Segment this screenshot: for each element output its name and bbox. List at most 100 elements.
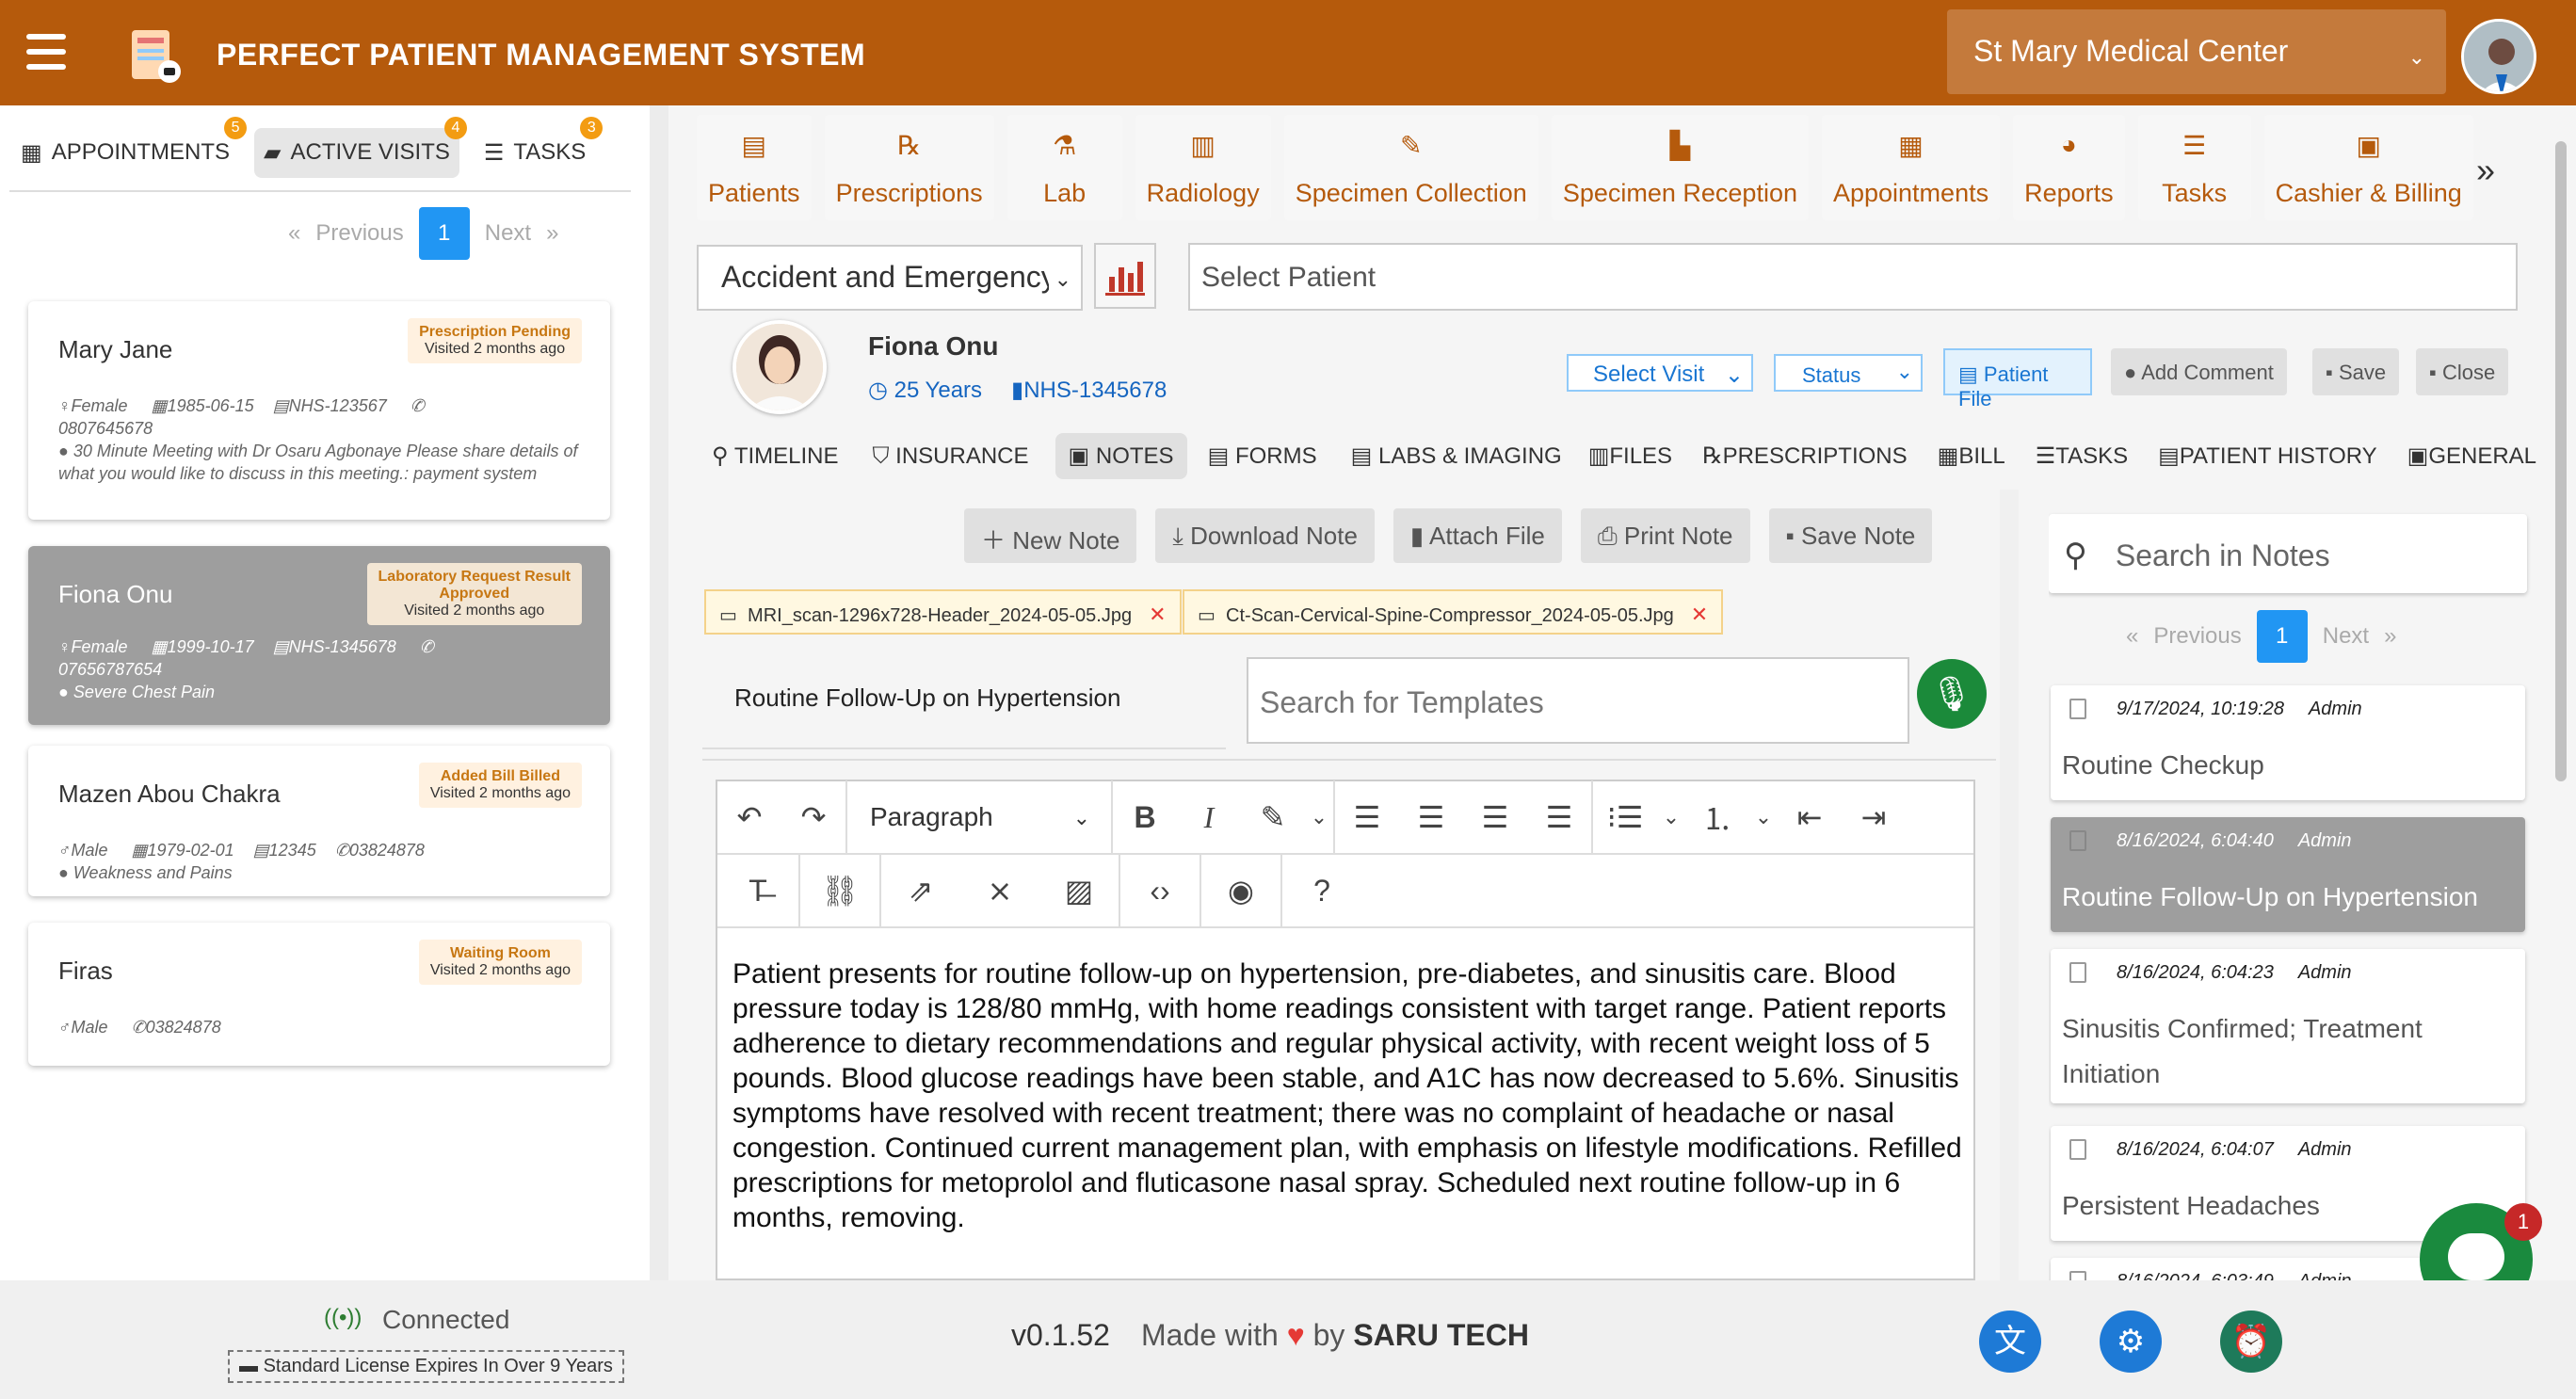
image-icon[interactable]: ▨ bbox=[1039, 873, 1119, 909]
module-lab[interactable]: ⚗ Lab bbox=[1006, 115, 1122, 220]
select-visit-dropdown[interactable]: Select Visit ⌄ bbox=[1567, 354, 1753, 392]
user-avatar[interactable] bbox=[2461, 19, 2536, 94]
module-cashier-billing[interactable]: ▣ Cashier & Billing bbox=[2263, 115, 2473, 220]
bold-icon[interactable]: B bbox=[1113, 800, 1177, 835]
clear-format-icon[interactable]: T̶ bbox=[717, 874, 798, 909]
panel-resize-handle[interactable] bbox=[2000, 490, 2019, 1280]
tab-appointments[interactable]: ▦ APPOINTMENTS 5 bbox=[11, 116, 248, 178]
link-icon[interactable]: ⛓ bbox=[800, 873, 879, 909]
note-list-item-selected[interactable]: 8/16/2024, 6:04:40 Admin Routine Follow-U… bbox=[2051, 817, 2525, 932]
files-icon: ▥ bbox=[1587, 443, 1610, 469]
add-comment-button[interactable]: ● Add Comment bbox=[2111, 348, 2287, 395]
module-specimen-reception[interactable]: ▙ Specimen Reception bbox=[1551, 115, 1809, 220]
editor-content[interactable]: Patient presents for routine follow-up o… bbox=[733, 957, 1966, 1235]
notes-list-panel: ⚲ Search in Notes « Previous 1 Next » 9/1… bbox=[2049, 490, 2531, 1280]
medical-center-select[interactable]: St Mary Medical Center ⌄ bbox=[1947, 9, 2446, 94]
tab-tasks[interactable]: ☰TASKS bbox=[2028, 433, 2135, 479]
stats-chart-button[interactable] bbox=[1094, 243, 1156, 309]
open-link-icon[interactable]: ⇗ bbox=[881, 873, 960, 909]
module-specimen-collection[interactable]: ✎ Specimen Collection bbox=[1283, 115, 1538, 220]
remove-attachment-icon[interactable]: ✕ bbox=[1691, 603, 1708, 626]
tab-labs-imaging[interactable]: ▤ LABS & IMAGING bbox=[1344, 433, 1570, 479]
chevron-down-icon[interactable]: ⌄ bbox=[1749, 805, 1778, 829]
translate-button[interactable]: 文 bbox=[1979, 1311, 2041, 1373]
code-icon[interactable]: ‹› bbox=[1120, 874, 1199, 909]
patient-visit-card[interactable]: Mary Jane Prescription Pending Visited 2… bbox=[28, 301, 610, 520]
microphone-button[interactable]: 🎙 bbox=[1917, 659, 1987, 729]
module-radiology[interactable]: ▥ Radiology bbox=[1135, 115, 1271, 220]
close-button[interactable]: ▪ Close bbox=[2416, 348, 2509, 395]
align-justify-icon[interactable]: ☰ bbox=[1527, 799, 1591, 835]
tab-notes[interactable]: ▣ NOTES bbox=[1055, 433, 1187, 479]
module-tasks[interactable]: ☰ Tasks bbox=[2137, 115, 2251, 220]
indent-icon[interactable]: ⇥ bbox=[1842, 799, 1906, 835]
page-scrollbar[interactable] bbox=[2553, 132, 2568, 1262]
panel-resize-handle[interactable] bbox=[650, 105, 668, 1280]
italic-icon[interactable]: I bbox=[1177, 800, 1241, 835]
settings-button[interactable]: ⚙ bbox=[2100, 1311, 2162, 1373]
attachment-chip[interactable]: ▭ Ct-Scan-Cervical-Spine-Compressor_2024… bbox=[1183, 589, 1724, 635]
tab-patient-history[interactable]: ▤PATIENT HISTORY bbox=[2150, 433, 2385, 479]
department-select[interactable]: Accident and Emergency ⌄ bbox=[697, 245, 1083, 311]
tab-forms[interactable]: ▤ FORMS bbox=[1200, 433, 1325, 479]
template-search-input[interactable]: Search for Templates bbox=[1247, 657, 1909, 744]
tab-active-visits[interactable]: ▰ ACTIVE VISITS 4 bbox=[254, 116, 467, 178]
remove-attachment-icon[interactable]: ✕ bbox=[1149, 603, 1166, 626]
current-page-number[interactable]: 1 bbox=[2256, 610, 2308, 663]
hamburger-menu-icon[interactable] bbox=[26, 34, 66, 70]
scrollbar-thumb[interactable] bbox=[2555, 141, 2567, 781]
tab-tasks[interactable]: ☰ TASKS 3 bbox=[475, 116, 604, 178]
preview-eye-icon[interactable]: ◉ bbox=[1201, 873, 1280, 909]
download-note-button[interactable]: ⤓ Download Note bbox=[1155, 508, 1375, 563]
print-note-button[interactable]: ⎙ Print Note bbox=[1580, 508, 1750, 563]
rx-icon: ℞ bbox=[1702, 443, 1723, 469]
tab-insurance[interactable]: ⛉ INSURANCE bbox=[865, 434, 1037, 479]
module-appointments[interactable]: ▦ Appointments bbox=[1821, 115, 2001, 220]
note-list-item[interactable]: 8/16/2024, 6:04:23 Admin Sinusitis Confir… bbox=[2051, 949, 2525, 1103]
patient-visit-card[interactable]: Firas Waiting Room Visited 2 months ago … bbox=[28, 923, 610, 1066]
chevron-down-icon[interactable]: ⌄ bbox=[1657, 805, 1685, 829]
tab-general[interactable]: ▣GENERAL bbox=[2400, 433, 2544, 479]
outdent-icon[interactable]: ⇤ bbox=[1778, 799, 1842, 835]
module-patients[interactable]: ▤ Patients bbox=[697, 115, 812, 220]
status-dropdown[interactable]: Status ⌄ bbox=[1774, 354, 1923, 392]
patient-visit-card-selected[interactable]: Fiona Onu Laboratory Request Result Appr… bbox=[28, 546, 610, 725]
undo-icon[interactable]: ↶ bbox=[717, 799, 781, 835]
module-reports[interactable]: ◕ Reports bbox=[2013, 115, 2125, 220]
bullet-list-icon[interactable]: ⁝☰ bbox=[1593, 799, 1657, 835]
note-title-input[interactable]: Routine Follow-Up on Hypertension bbox=[734, 683, 1120, 713]
patient-file-button[interactable]: ▤ Patient File bbox=[1943, 348, 2092, 410]
alarm-button[interactable]: ⏰ bbox=[2220, 1311, 2282, 1373]
note-date: 9/17/2024, 10:19:28 bbox=[2117, 699, 2284, 719]
notes-search-input[interactable]: ⚲ Search in Notes bbox=[2049, 514, 2527, 593]
tab-files[interactable]: ▥FILES bbox=[1581, 433, 1680, 479]
module-prescriptions[interactable]: ℞ Prescriptions bbox=[824, 115, 994, 220]
previous-page-link[interactable]: Previous bbox=[2153, 623, 2241, 650]
block-format-select[interactable]: Paragraph ⌄ bbox=[847, 802, 1111, 832]
note-list-item[interactable]: 9/17/2024, 10:19:28 Admin Routine Checkup bbox=[2051, 685, 2525, 800]
next-page-link[interactable]: Next bbox=[485, 220, 531, 247]
chevron-down-icon[interactable]: ⌄ bbox=[1305, 805, 1333, 829]
more-modules-icon[interactable]: » bbox=[2476, 151, 2495, 190]
patient-select-input[interactable]: Select Patient bbox=[1188, 243, 2518, 311]
redo-icon[interactable]: ↷ bbox=[781, 799, 845, 835]
align-center-icon[interactable]: ☰ bbox=[1399, 799, 1463, 835]
save-note-button[interactable]: ▪ Save Note bbox=[1768, 508, 1933, 563]
new-note-button[interactable]: ＋ New Note bbox=[964, 508, 1137, 563]
tab-timeline[interactable]: ⚲ TIMELINE bbox=[704, 433, 846, 479]
tab-bill[interactable]: ▦BILL bbox=[1930, 433, 2013, 479]
numbered-list-icon[interactable]: ⒈ bbox=[1685, 796, 1749, 839]
previous-page-link[interactable]: Previous bbox=[315, 220, 403, 247]
highlight-icon[interactable]: ✎ bbox=[1241, 799, 1305, 835]
align-left-icon[interactable]: ☰ bbox=[1335, 799, 1399, 835]
save-button[interactable]: ▪ Save bbox=[2312, 348, 2400, 395]
tab-prescriptions[interactable]: ℞PRESCRIPTIONS bbox=[1695, 433, 1915, 479]
attachment-chip[interactable]: ▭ MRI_scan-1296x728-Header_2024-05-05.Jp… bbox=[704, 589, 1182, 635]
help-icon[interactable]: ? bbox=[1282, 874, 1361, 909]
current-page-number[interactable]: 1 bbox=[418, 207, 470, 260]
attach-file-button[interactable]: ▮ Attach File bbox=[1393, 508, 1562, 563]
align-right-icon[interactable]: ☰ bbox=[1463, 799, 1527, 835]
unlink-icon[interactable]: ⨯ bbox=[960, 873, 1039, 909]
patient-visit-card[interactable]: Mazen Abou Chakra Added Bill Billed Visi… bbox=[28, 746, 610, 896]
next-page-link[interactable]: Next bbox=[2323, 623, 2369, 650]
